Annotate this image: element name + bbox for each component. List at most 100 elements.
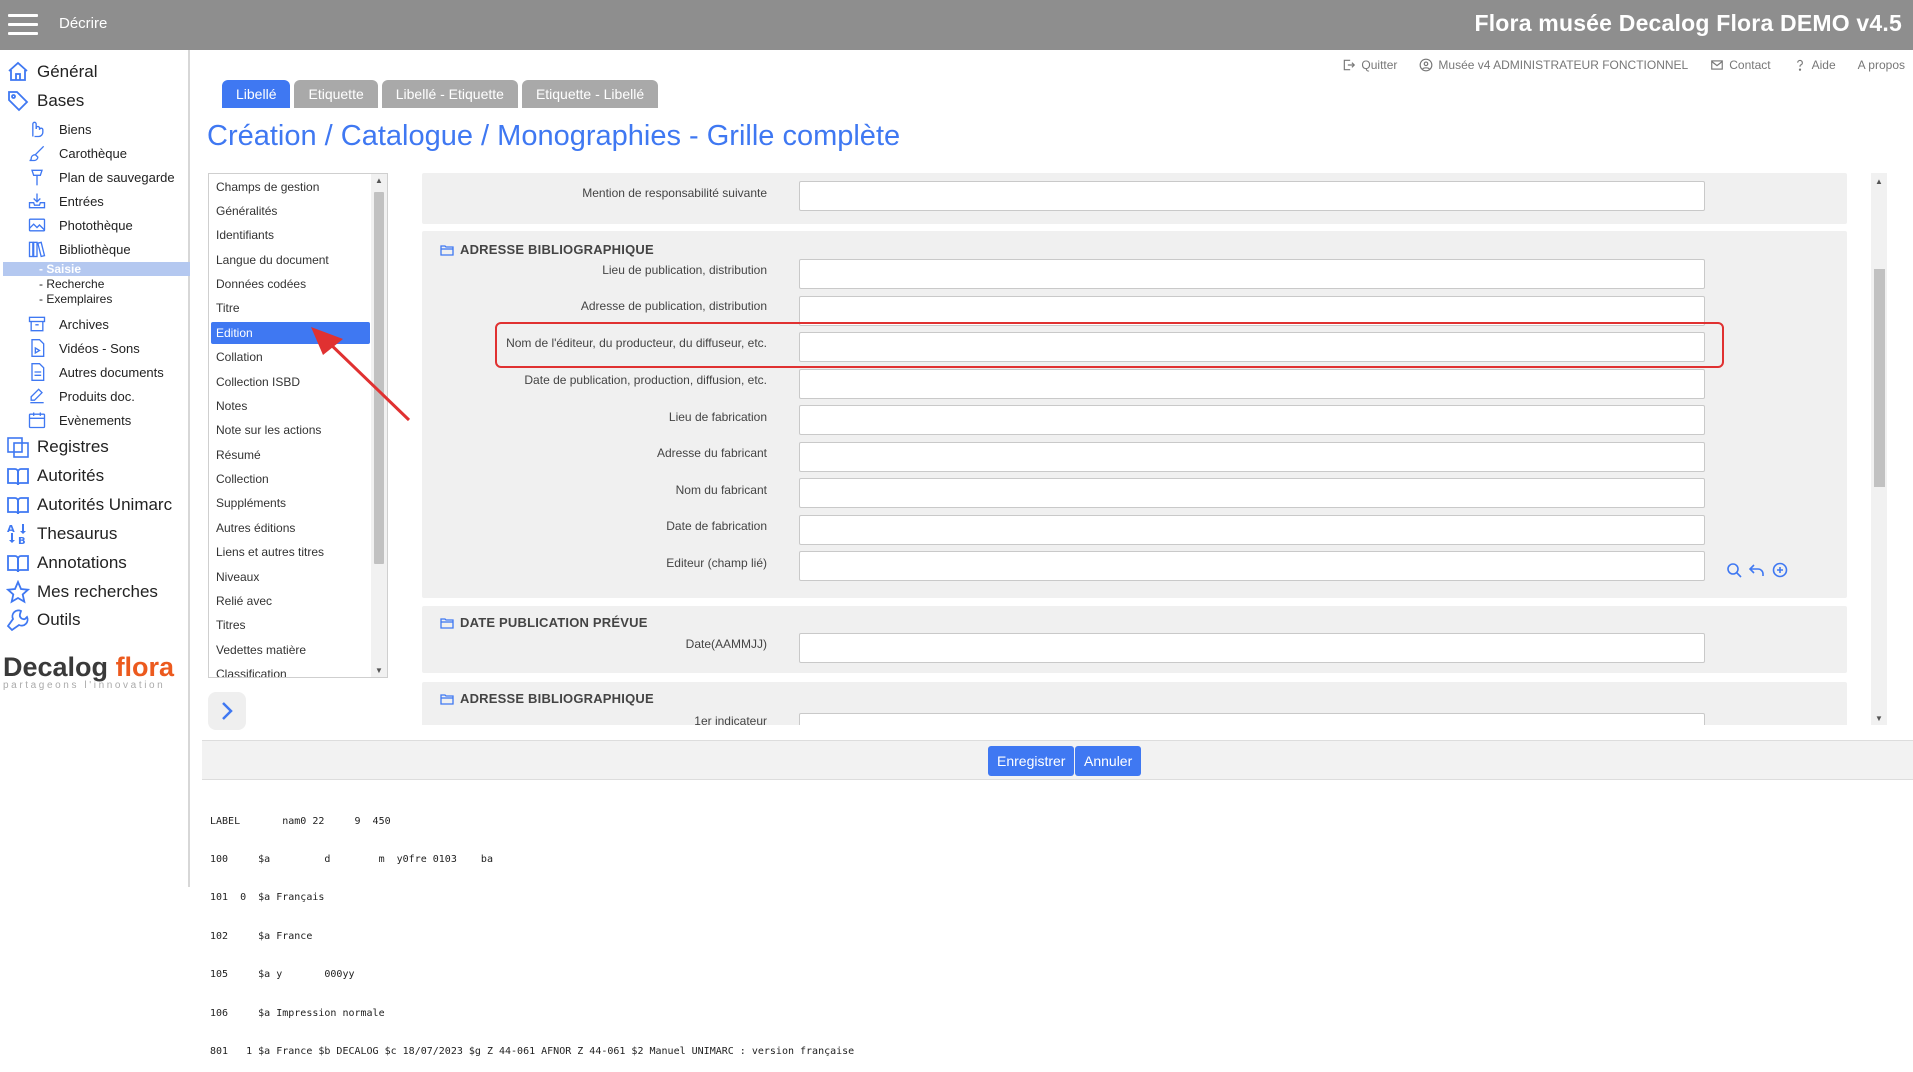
nav-exemplaires[interactable]: - Exemplaires <box>39 292 112 306</box>
wrench-icon <box>6 609 29 632</box>
nav-videos-sons[interactable]: Vidéos - Sons <box>27 338 140 358</box>
section-item[interactable]: Liens et autres titres <box>211 541 370 563</box>
record-line: 101 0 $a Français <box>210 892 325 904</box>
open-book-icon <box>7 555 29 573</box>
unimarc-record-preview: LABEL nam0 22 9 450 100 $a d m y0fre 010… <box>210 790 854 1072</box>
tab-libelle-etiquette[interactable]: Libellé - Etiquette <box>381 80 518 108</box>
link-contact[interactable]: Contact <box>1710 58 1771 72</box>
cancel-button[interactable]: Annuler <box>1075 746 1142 776</box>
nav-recherche[interactable]: - Recherche <box>39 277 104 291</box>
link-aide[interactable]: Aide <box>1793 58 1836 72</box>
nav-registres[interactable]: Registres <box>6 435 109 459</box>
field-input[interactable] <box>799 259 1705 289</box>
section-item[interactable]: Champs de gestion <box>211 176 370 198</box>
save-button[interactable]: Enregistrer <box>988 746 1075 776</box>
field-label: Lieu de fabrication <box>668 410 767 424</box>
section-item[interactable]: Classification <box>211 663 370 677</box>
link-apropos[interactable]: A propos <box>1858 58 1905 72</box>
nav-archives[interactable]: Archives <box>27 314 109 334</box>
section-item[interactable]: Généralités <box>211 200 370 222</box>
field-input-editeur-lie[interactable] <box>799 551 1705 581</box>
nav-bases[interactable]: Bases <box>6 89 84 113</box>
section-item[interactable]: Collection <box>211 468 370 490</box>
nav-plan-sauvegarde[interactable]: Plan de sauvegarde <box>27 167 175 187</box>
hand-icon <box>32 121 44 138</box>
archive-box-icon <box>28 316 46 332</box>
nav-outils[interactable]: Outils <box>6 608 80 632</box>
user-icon <box>1419 58 1433 72</box>
section-item[interactable]: Titre <box>211 297 370 319</box>
field-input-date[interactable] <box>799 633 1705 663</box>
section-item[interactable]: Relié avec <box>211 590 370 612</box>
fieldset-adresse-bibliographique-2: ADRESSE BIBLIOGRAPHIQUE 1er indicateur <box>422 682 1847 725</box>
folder-icon <box>440 244 454 256</box>
scroll-thumb[interactable] <box>1874 269 1885 487</box>
nav-entrees[interactable]: Entrées <box>27 191 104 211</box>
field-label: 1er indicateur <box>694 714 767 725</box>
hamburger-menu-icon[interactable] <box>8 14 38 36</box>
link-user[interactable]: Musée v4 ADMINISTRATEUR FONCTIONNEL <box>1419 58 1688 72</box>
field-label: Date de publication, production, diffusi… <box>524 373 767 387</box>
field-input[interactable] <box>799 478 1705 508</box>
scroll-up-icon[interactable]: ▲ <box>1875 177 1883 186</box>
field-input[interactable] <box>799 515 1705 545</box>
section-item[interactable]: Données codées <box>211 273 370 295</box>
tab-libelle[interactable]: Libellé <box>222 80 291 108</box>
field-input[interactable] <box>799 405 1705 435</box>
nav-bibliotheque[interactable]: Bibliothèque <box>27 239 131 259</box>
link-quitter[interactable]: Quitter <box>1342 58 1397 72</box>
scroll-down-icon[interactable]: ▼ <box>1875 714 1883 723</box>
nav-general[interactable]: Général <box>6 60 97 84</box>
tab-etiquette-libelle[interactable]: Etiquette - Libellé <box>521 80 659 108</box>
nav-thesaurus[interactable]: AB Thesaurus <box>6 522 117 546</box>
nav-biens[interactable]: Biens <box>27 119 92 139</box>
form-panel: Mention de responsabilité suivante ADRES… <box>418 173 1853 725</box>
nav-phototheque-label: Photothèque <box>59 217 133 233</box>
field-input[interactable] <box>799 442 1705 472</box>
tab-etiquette[interactable]: Etiquette <box>294 80 378 108</box>
nav-entrees-label: Entrées <box>59 193 104 209</box>
nav-annotations[interactable]: Annotations <box>6 551 127 575</box>
field-input[interactable] <box>799 369 1705 399</box>
section-item[interactable]: Autres éditions <box>211 517 370 539</box>
section-item[interactable]: Suppléments <box>211 492 370 514</box>
section-item[interactable]: Vedettes matière <box>211 639 370 661</box>
nav-archives-label: Archives <box>59 316 109 332</box>
fieldset-title: ADRESSE BIBLIOGRAPHIQUE <box>440 242 654 257</box>
nav-autorites[interactable]: Autorités <box>6 464 104 488</box>
expand-panel-button[interactable] <box>208 692 246 730</box>
form-scrollbar[interactable]: ▲ ▼ <box>1871 173 1887 725</box>
nav-saisie[interactable]: - Saisie <box>3 262 190 276</box>
fieldset-title: ADRESSE BIBLIOGRAPHIQUE <box>440 691 654 706</box>
section-item[interactable]: Titres <box>211 614 370 636</box>
nav-autres-documents-label: Autres documents <box>59 364 164 380</box>
nav-autorites-unimarc[interactable]: Autorités Unimarc <box>6 493 172 517</box>
record-line: 106 $a Impression normale <box>210 1007 385 1019</box>
logout-icon <box>1344 59 1356 71</box>
add-circle-icon[interactable] <box>1772 562 1788 578</box>
field-input[interactable] <box>799 713 1705 725</box>
nav-carotheque[interactable]: Carothèque <box>27 143 127 163</box>
nav-autres-documents[interactable]: Autres documents <box>27 362 164 382</box>
brush-icon <box>29 145 45 162</box>
nav-mes-recherches[interactable]: Mes recherches <box>6 580 158 604</box>
nav-phototheque[interactable]: Photothèque <box>27 215 133 235</box>
video-file-icon <box>31 339 45 357</box>
undo-icon[interactable] <box>1749 562 1765 578</box>
field-input[interactable] <box>799 181 1705 211</box>
decalog-flora-logo: Decalog flora partageons l'innovation <box>3 652 175 691</box>
scroll-up-icon[interactable]: ▲ <box>375 176 383 185</box>
search-icon[interactable] <box>1726 562 1742 578</box>
section-item[interactable]: Langue du document <box>211 249 370 271</box>
section-list-scrollbar[interactable]: ▲ ▼ <box>371 174 387 677</box>
view-tabs: Libellé Etiquette Libellé - Etiquette Et… <box>222 80 659 108</box>
reduce-menu-label[interactable]: Décrire <box>59 15 107 32</box>
nav-produits-doc[interactable]: Produits doc. <box>27 386 135 406</box>
section-item[interactable]: Niveaux <box>211 566 370 588</box>
nav-evenements[interactable]: Evènements <box>27 410 131 430</box>
record-line: 801 1 $a France $b DECALOG $c 18/07/2023… <box>210 1045 855 1057</box>
section-item[interactable]: Résumé <box>211 444 370 466</box>
section-item[interactable]: Identifiants <box>211 224 370 246</box>
tag-icon <box>8 91 29 112</box>
scroll-down-icon[interactable]: ▼ <box>375 666 383 675</box>
